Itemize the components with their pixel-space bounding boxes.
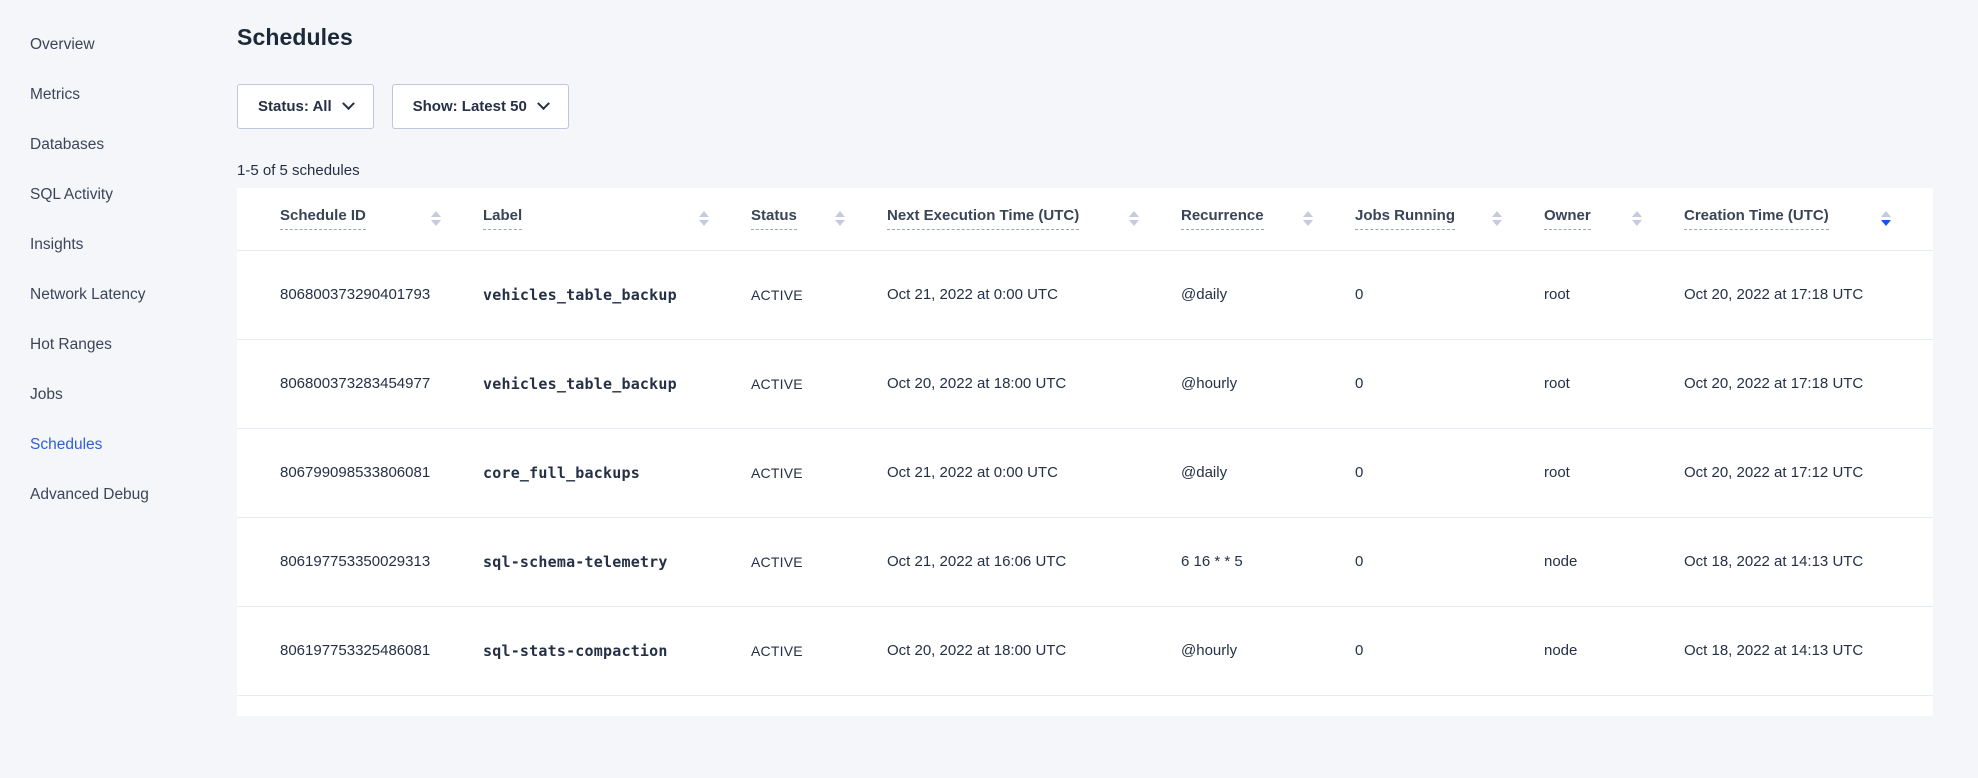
creation-time-cell: Oct 20, 2022 at 17:18 UTC (1684, 339, 1933, 428)
table-header-row: Schedule ID Label Status (237, 188, 1933, 250)
sort-icon (1492, 211, 1502, 226)
next-execution-cell: Oct 20, 2022 at 18:00 UTC (887, 606, 1181, 695)
sidebar-item-insights[interactable]: Insights (30, 220, 220, 270)
page-title: Schedules (237, 24, 353, 51)
sidebar-item-sql-activity[interactable]: SQL Activity (30, 170, 220, 220)
sidebar-item-hot-ranges[interactable]: Hot Ranges (30, 320, 220, 370)
next-execution-cell: Oct 21, 2022 at 16:06 UTC (887, 517, 1181, 606)
sidebar-item-jobs[interactable]: Jobs (30, 370, 220, 420)
status-cell: ACTIVE (751, 428, 887, 517)
recurrence-cell: @hourly (1181, 339, 1355, 428)
sidebar-item-metrics[interactable]: Metrics (30, 70, 220, 120)
schedule-label-cell: core_full_backups (483, 428, 751, 517)
column-header-recurrence[interactable]: Recurrence (1181, 188, 1355, 250)
jobs-running-cell: 0 (1355, 606, 1544, 695)
schedule-id-cell: 806800373290401793 (237, 250, 483, 339)
owner-cell: root (1544, 250, 1684, 339)
schedule-id-cell: 806800373283454977 (237, 339, 483, 428)
table-row: 806197753325486081 sql-stats-compaction … (237, 606, 1933, 695)
show-filter-dropdown[interactable]: Show: Latest 50 (392, 84, 569, 129)
schedule-label-cell: vehicles_table_backup (483, 339, 751, 428)
schedules-table: Schedule ID Label Status (237, 188, 1933, 696)
schedules-table-card: Schedule ID Label Status (237, 188, 1933, 716)
owner-cell: node (1544, 517, 1684, 606)
owner-cell: node (1544, 606, 1684, 695)
chevron-down-icon (537, 97, 550, 110)
sort-icon (431, 211, 441, 226)
sort-icon (699, 211, 709, 226)
table-row: 806800373283454977 vehicles_table_backup… (237, 339, 1933, 428)
column-header-owner[interactable]: Owner (1544, 188, 1684, 250)
recurrence-cell: @daily (1181, 428, 1355, 517)
sort-icon (1129, 211, 1139, 226)
chevron-down-icon (342, 97, 355, 110)
table-row: 806800373290401793 vehicles_table_backup… (237, 250, 1933, 339)
column-header-schedule-id[interactable]: Schedule ID (237, 188, 483, 250)
creation-time-cell: Oct 18, 2022 at 14:13 UTC (1684, 606, 1933, 695)
table-row: 806197753350029313 sql-schema-telemetry … (237, 517, 1933, 606)
status-filter-dropdown[interactable]: Status: All (237, 84, 374, 129)
owner-cell: root (1544, 428, 1684, 517)
jobs-running-cell: 0 (1355, 517, 1544, 606)
sort-icon (1303, 211, 1313, 226)
next-execution-cell: Oct 21, 2022 at 0:00 UTC (887, 428, 1181, 517)
column-header-creation-time[interactable]: Creation Time (UTC) (1684, 188, 1933, 250)
show-filter-label: Show: Latest 50 (413, 98, 527, 115)
status-cell: ACTIVE (751, 606, 887, 695)
next-execution-cell: Oct 20, 2022 at 18:00 UTC (887, 339, 1181, 428)
sort-icon (835, 211, 845, 226)
sort-icon (1632, 211, 1642, 226)
schedule-id-cell: 806197753325486081 (237, 606, 483, 695)
creation-time-cell: Oct 18, 2022 at 14:13 UTC (1684, 517, 1933, 606)
status-filter-label: Status: All (258, 98, 332, 115)
recurrence-cell: @hourly (1181, 606, 1355, 695)
recurrence-cell: 6 16 * * 5 (1181, 517, 1355, 606)
sidebar-item-advanced-debug[interactable]: Advanced Debug (30, 470, 220, 520)
jobs-running-cell: 0 (1355, 250, 1544, 339)
jobs-running-cell: 0 (1355, 428, 1544, 517)
schedule-id-cell: 806799098533806081 (237, 428, 483, 517)
jobs-running-cell: 0 (1355, 339, 1544, 428)
sort-icon (1881, 211, 1891, 226)
sidebar-item-overview[interactable]: Overview (30, 20, 220, 70)
status-cell: ACTIVE (751, 517, 887, 606)
results-count: 1-5 of 5 schedules (237, 162, 360, 179)
schedule-label-cell: sql-stats-compaction (483, 606, 751, 695)
column-header-next-execution-time[interactable]: Next Execution Time (UTC) (887, 188, 1181, 250)
sidebar: Overview Metrics Databases SQL Activity … (30, 20, 220, 520)
creation-time-cell: Oct 20, 2022 at 17:18 UTC (1684, 250, 1933, 339)
sidebar-item-databases[interactable]: Databases (30, 120, 220, 170)
table-row: 806799098533806081 core_full_backups ACT… (237, 428, 1933, 517)
creation-time-cell: Oct 20, 2022 at 17:12 UTC (1684, 428, 1933, 517)
owner-cell: root (1544, 339, 1684, 428)
next-execution-cell: Oct 21, 2022 at 0:00 UTC (887, 250, 1181, 339)
sidebar-item-network-latency[interactable]: Network Latency (30, 270, 220, 320)
recurrence-cell: @daily (1181, 250, 1355, 339)
column-header-status[interactable]: Status (751, 188, 887, 250)
filter-bar: Status: All Show: Latest 50 (237, 84, 569, 129)
schedule-label-cell: vehicles_table_backup (483, 250, 751, 339)
status-cell: ACTIVE (751, 339, 887, 428)
column-header-jobs-running[interactable]: Jobs Running (1355, 188, 1544, 250)
column-header-label[interactable]: Label (483, 188, 751, 250)
status-cell: ACTIVE (751, 250, 887, 339)
sidebar-item-schedules[interactable]: Schedules (30, 420, 220, 470)
schedule-label-cell: sql-schema-telemetry (483, 517, 751, 606)
schedule-id-cell: 806197753350029313 (237, 517, 483, 606)
